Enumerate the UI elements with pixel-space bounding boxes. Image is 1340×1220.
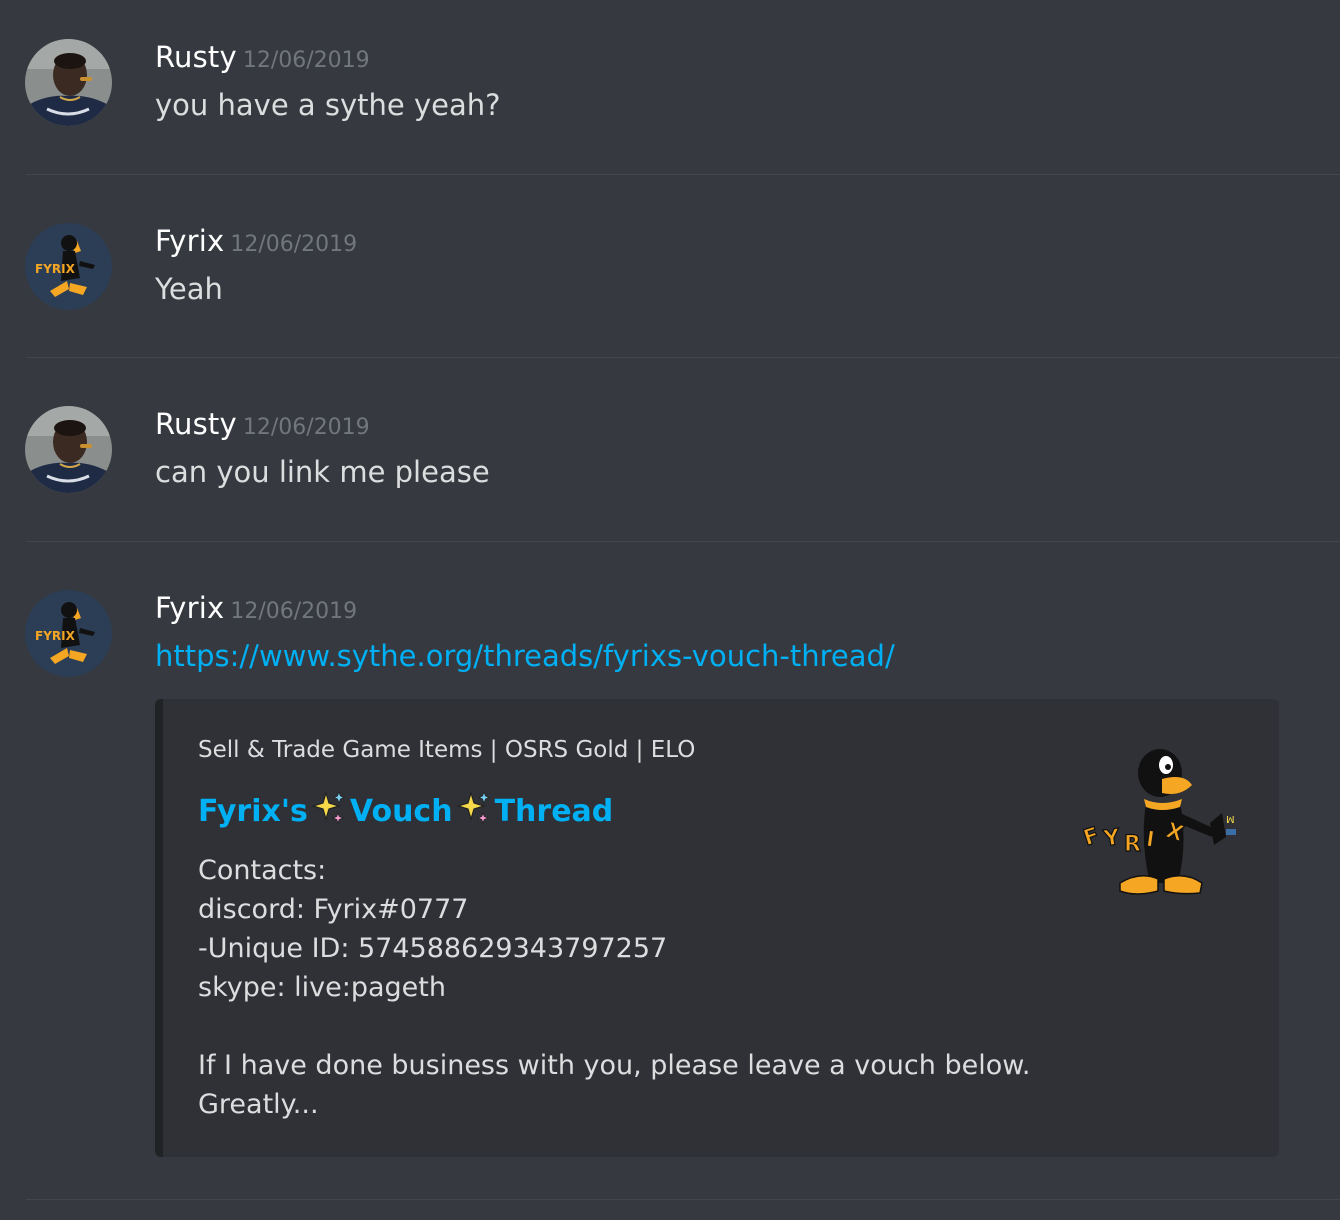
message-header: Fyrix 12/06/2019 xyxy=(155,224,357,258)
fyrix-avatar-icon xyxy=(25,590,112,677)
message-header: Fyrix 12/06/2019 xyxy=(155,591,357,625)
sparkles-icon xyxy=(457,791,491,825)
fyrix-avatar-icon xyxy=(25,223,112,310)
message-divider xyxy=(26,357,1340,358)
message-header: Rusty 12/06/2019 xyxy=(155,407,370,441)
embed-provider: Sell & Trade Game Items | OSRS Gold | EL… xyxy=(198,737,696,763)
avatar[interactable] xyxy=(25,406,112,493)
timestamp: 12/06/2019 xyxy=(242,48,370,73)
embed-title-part[interactable]: Thread xyxy=(495,794,614,829)
svg-text:Y: Y xyxy=(1101,825,1122,852)
username[interactable]: Fyrix xyxy=(155,591,224,625)
svg-text:ꟽ: ꟽ xyxy=(1226,815,1235,826)
avatar[interactable] xyxy=(25,39,112,126)
message-content: you have a sythe yeah? xyxy=(155,88,501,122)
embed-title-part[interactable]: Fyrix's xyxy=(198,794,308,829)
message-header: Rusty 12/06/2019 xyxy=(155,40,370,74)
embed-thumbnail[interactable]: F Y R I X ꟽ xyxy=(1080,733,1250,903)
sparkles-icon xyxy=(312,791,346,825)
svg-text:F: F xyxy=(1080,823,1102,851)
timestamp: 12/06/2019 xyxy=(230,599,358,624)
username[interactable]: Rusty xyxy=(155,40,237,74)
username[interactable]: Rusty xyxy=(155,407,237,441)
avatar[interactable] xyxy=(25,590,112,677)
chat-log: Rusty 12/06/2019 you have a sythe yeah? F… xyxy=(0,0,1340,1220)
svg-text:R: R xyxy=(1124,832,1141,857)
daffy-duck-fyrix-logo-icon: F Y R I X ꟽ xyxy=(1080,749,1236,895)
link-embed: Sell & Trade Game Items | OSRS Gold | EL… xyxy=(155,699,1279,1157)
message-divider xyxy=(26,174,1340,175)
message-content: https://www.sythe.org/threads/fyrixs-vou… xyxy=(155,639,895,673)
message-divider xyxy=(26,1199,1340,1200)
embed-title[interactable]: Fyrix's Vouch Thread xyxy=(198,791,613,829)
embed-title-part[interactable]: Vouch xyxy=(350,794,453,829)
message-divider xyxy=(26,541,1340,542)
embed-description: Contacts: discord: Fyrix#0777 -Unique ID… xyxy=(198,855,1031,1120)
avatar[interactable] xyxy=(25,223,112,310)
embed-accent-bar xyxy=(155,699,163,1157)
message-content: Yeah xyxy=(155,272,223,306)
message-content: can you link me please xyxy=(155,455,490,489)
username[interactable]: Fyrix xyxy=(155,224,224,258)
rusty-avatar-icon xyxy=(25,406,112,493)
rusty-avatar-icon xyxy=(25,39,112,126)
timestamp: 12/06/2019 xyxy=(230,232,358,257)
timestamp: 12/06/2019 xyxy=(242,415,370,440)
thread-link[interactable]: https://www.sythe.org/threads/fyrixs-vou… xyxy=(155,639,895,673)
